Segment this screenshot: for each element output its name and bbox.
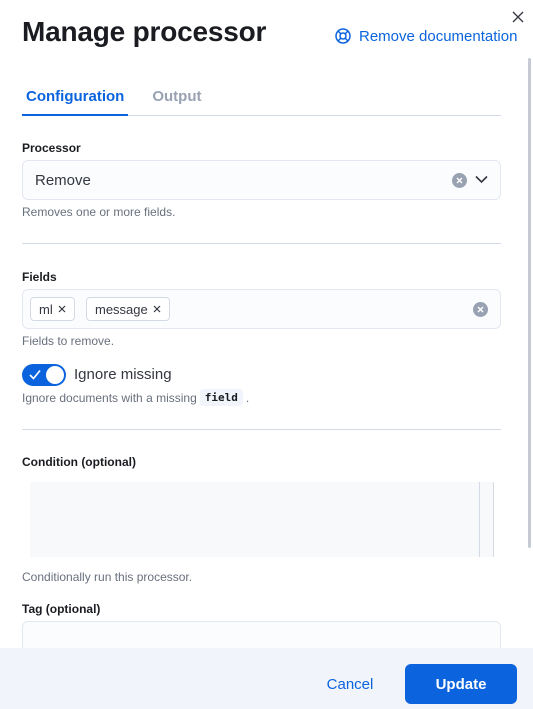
close-icon: [58, 305, 66, 313]
clear-icon: [477, 306, 484, 313]
help-text-before: Ignore documents with a missing: [22, 390, 197, 405]
ignore-missing-toggle[interactable]: [22, 364, 66, 386]
editor-scroll-divider: [479, 482, 480, 557]
clear-icon: [456, 177, 463, 184]
fields-combobox[interactable]: ml message: [22, 289, 501, 329]
help-code: field: [199, 389, 243, 406]
remove-chip-ml-button[interactable]: [58, 305, 66, 313]
remove-documentation-link[interactable]: Remove documentation: [334, 27, 517, 45]
ignore-missing-help-text: Ignore documents with a missing field .: [22, 389, 249, 406]
chip-label: message: [95, 301, 148, 317]
tab-output[interactable]: Output: [148, 80, 205, 116]
close-icon: [153, 305, 161, 313]
section-divider: [22, 429, 501, 430]
processor-label: Processor: [22, 141, 81, 155]
field-chip-message: message: [86, 297, 170, 321]
close-icon: [512, 11, 524, 23]
toggle-knob: [46, 366, 64, 384]
processor-select-value: Remove: [35, 172, 91, 189]
condition-code-editor[interactable]: [30, 482, 494, 557]
update-button[interactable]: Update: [405, 664, 517, 704]
help-lifebuoy-icon: [335, 28, 351, 44]
fields-clear-button[interactable]: [473, 302, 488, 317]
close-button[interactable]: [507, 7, 529, 27]
chip-label: ml: [39, 301, 53, 317]
help-text-after: .: [245, 390, 250, 405]
doc-link-label: Remove documentation: [359, 27, 518, 45]
field-chip-ml: ml: [30, 297, 75, 321]
condition-help-text: Conditionally run this processor.: [22, 570, 193, 584]
section-divider: [22, 243, 501, 244]
processor-select[interactable]: Remove: [22, 160, 501, 200]
chevron-down-icon[interactable]: [475, 175, 488, 184]
fields-help-text: Fields to remove.: [22, 334, 115, 348]
cancel-button[interactable]: Cancel: [312, 664, 388, 704]
check-icon: [29, 369, 41, 380]
ignore-missing-label: Ignore missing: [74, 366, 172, 383]
scrollbar[interactable]: [528, 58, 531, 548]
processor-help-text: Removes one or more fields.: [22, 205, 176, 219]
processor-clear-button[interactable]: [452, 173, 467, 188]
page-title: Manage processor: [22, 16, 267, 47]
tag-label: Tag (optional): [22, 602, 101, 616]
tab-bar: Configuration Output: [22, 80, 501, 116]
remove-chip-message-button[interactable]: [153, 305, 161, 313]
tab-configuration[interactable]: Configuration: [22, 80, 129, 116]
fields-label: Fields: [22, 270, 57, 284]
condition-label: Condition (optional): [22, 455, 136, 469]
